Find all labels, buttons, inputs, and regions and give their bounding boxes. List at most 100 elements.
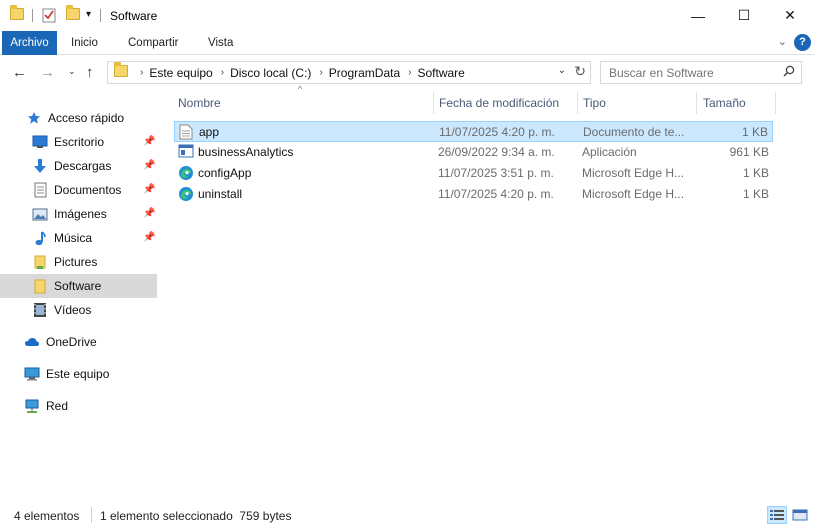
desktop-icon	[32, 134, 48, 150]
breadcrumb-este-equipo[interactable]: Este equipo	[149, 66, 212, 80]
search-input[interactable]	[601, 62, 771, 83]
ribbon-tabs: Archivo Inicio Compartir Vista ⌄ ?	[0, 31, 815, 55]
pin-icon[interactable]: 📌	[143, 184, 155, 195]
pictures-icon	[32, 206, 48, 222]
navigation-pane: Acceso rápido Escritorio 📌 Descargas 📌 D…	[0, 90, 160, 500]
nav-item-label: Imágenes	[54, 207, 107, 221]
file-size: 1 KB	[742, 166, 769, 180]
item-count: 4 elementos	[14, 509, 80, 523]
nav-item-label: Descargas	[54, 159, 112, 173]
pin-icon[interactable]: 📌	[143, 232, 155, 243]
large-icons-view-button[interactable]	[790, 506, 810, 524]
selection-info: 1 elemento seleccionado 759 bytes	[100, 509, 292, 523]
breadcrumb-chevron-icon[interactable]: ›	[408, 67, 411, 78]
refresh-icon[interactable]: ↻	[574, 63, 586, 80]
separator	[32, 9, 33, 22]
nav-item-este-equipo[interactable]: Este equipo	[0, 362, 157, 386]
details-view-icon	[770, 510, 784, 520]
column-divider[interactable]	[433, 92, 434, 114]
edge-icon	[178, 165, 194, 181]
text-file-icon	[179, 124, 195, 140]
large-icons-view-icon	[792, 509, 808, 521]
nav-item-videos[interactable]: Vídeos	[0, 298, 157, 322]
customize-toolbar-dropdown-icon[interactable]: ▾	[86, 9, 91, 20]
pin-icon[interactable]: 📌	[143, 160, 155, 171]
nav-item-documentos[interactable]: Documentos 📌	[0, 178, 157, 202]
maximize-button[interactable]: ☐	[721, 0, 767, 31]
application-icon	[178, 144, 194, 160]
file-name: app	[199, 125, 220, 139]
tab-vista[interactable]: Vista	[208, 31, 233, 55]
details-view-button[interactable]	[767, 506, 787, 524]
breadcrumb-chevron-icon[interactable]: ›	[140, 67, 143, 78]
file-type: Aplicación	[582, 145, 637, 159]
file-name: uninstall	[198, 187, 243, 201]
file-type: Microsoft Edge H...	[582, 166, 685, 180]
new-folder-icon[interactable]	[66, 5, 80, 20]
recent-locations-chevron-icon[interactable]: ⌄	[68, 66, 76, 77]
column-header-nombre[interactable]: Nombre	[178, 90, 221, 116]
separator	[100, 9, 101, 22]
nav-item-onedrive[interactable]: OneDrive	[0, 330, 157, 354]
breadcrumb-programdata[interactable]: ProgramData	[329, 66, 400, 80]
file-type: Microsoft Edge H...	[582, 187, 685, 201]
nav-item-descargas[interactable]: Descargas 📌	[0, 154, 157, 178]
close-button[interactable]: ✕	[767, 0, 813, 31]
column-divider[interactable]	[775, 92, 776, 114]
folder-icon	[32, 254, 48, 270]
nav-item-red[interactable]: Red	[0, 394, 157, 418]
nav-item-pictures[interactable]: Pictures	[0, 250, 157, 274]
up-arrow-icon[interactable]: ↑	[86, 64, 94, 81]
file-list: ^ Nombre Fecha de modificación Tipo Tama…	[160, 84, 815, 500]
nav-item-label: Pictures	[54, 255, 98, 269]
file-row-uninstall[interactable]: uninstall 11/07/2025 4:20 p. m. Microsof…	[174, 184, 773, 205]
tab-compartir[interactable]: Compartir	[128, 31, 178, 55]
file-row-businessanalytics[interactable]: businessAnalytics 26/09/2022 9:34 a. m. …	[174, 142, 773, 163]
search-icon[interactable]	[783, 65, 795, 80]
document-icon	[32, 182, 48, 198]
nav-item-software[interactable]: Software	[0, 274, 157, 298]
breadcrumb-software[interactable]: Software	[418, 66, 465, 80]
pin-icon[interactable]: 📌	[143, 136, 155, 147]
search-box[interactable]	[600, 61, 802, 84]
file-row-configapp[interactable]: configApp 11/07/2025 3:51 p. m. Microsof…	[174, 163, 773, 184]
properties-check-icon[interactable]	[41, 7, 57, 26]
folder-icon	[32, 278, 48, 294]
column-header-tipo[interactable]: Tipo	[583, 90, 606, 116]
nav-item-label: OneDrive	[46, 335, 97, 349]
back-arrow-icon[interactable]: ←	[12, 64, 27, 81]
column-header-tamano[interactable]: Tamaño	[703, 90, 746, 116]
status-bar: 4 elementos 1 elemento seleccionado 759 …	[0, 504, 815, 528]
nav-item-musica[interactable]: Música 📌	[0, 226, 157, 250]
breadcrumb-disco-local[interactable]: Disco local (C:)	[230, 66, 311, 80]
file-size: 961 KB	[729, 145, 769, 159]
file-name: businessAnalytics	[198, 145, 294, 159]
nav-item-escritorio[interactable]: Escritorio 📌	[0, 130, 157, 154]
nav-item-label: Este equipo	[46, 367, 110, 381]
breadcrumb-chevron-icon[interactable]: ›	[319, 67, 322, 78]
tab-inicio[interactable]: Inicio	[71, 31, 98, 55]
nav-item-acceso-rapido[interactable]: Acceso rápido	[0, 106, 157, 130]
nav-item-imagenes[interactable]: Imágenes 📌	[0, 202, 157, 226]
expand-ribbon-icon[interactable]: ⌄	[778, 35, 787, 48]
nav-item-label: Acceso rápido	[48, 111, 125, 125]
music-icon	[32, 230, 48, 246]
column-header-fecha[interactable]: Fecha de modificación	[439, 90, 559, 116]
tab-archivo[interactable]: Archivo	[2, 31, 57, 55]
column-divider[interactable]	[577, 92, 578, 114]
help-button[interactable]: ?	[794, 34, 811, 51]
breadcrumb-chevron-icon[interactable]: ›	[221, 67, 224, 78]
address-bar[interactable]: › Este equipo › Disco local (C:) › Progr…	[107, 61, 591, 84]
separator	[91, 507, 92, 523]
file-row-app[interactable]: app 11/07/2025 4:20 p. m. Documento de t…	[174, 121, 773, 142]
pin-icon[interactable]: 📌	[143, 208, 155, 219]
forward-arrow-icon[interactable]: →	[40, 64, 55, 81]
sort-ascending-icon: ^	[298, 84, 303, 94]
folder-icon	[114, 62, 128, 80]
column-divider[interactable]	[696, 92, 697, 114]
address-dropdown-icon[interactable]: ⌄	[558, 65, 566, 76]
file-size: 1 KB	[742, 187, 769, 201]
minimize-button[interactable]: —	[675, 0, 721, 31]
nav-item-label: Red	[46, 399, 69, 413]
file-date: 11/07/2025 4:20 p. m.	[439, 125, 555, 139]
